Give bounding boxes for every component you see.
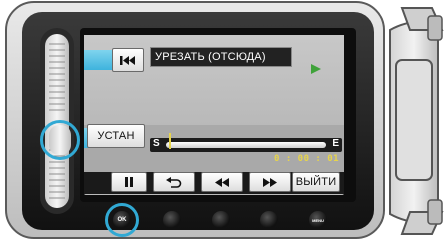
camera-hinge <box>389 7 444 235</box>
ok-button[interactable]: OK <box>113 211 131 229</box>
menu-button-label: MENU <box>312 217 324 223</box>
set-button[interactable]: УСТАН <box>87 124 145 148</box>
hardware-button-4[interactable] <box>260 211 278 229</box>
skip-back-icon <box>120 55 135 65</box>
return-button[interactable] <box>153 172 195 192</box>
menu-button[interactable]: MENU <box>309 211 327 229</box>
title-banner: УРЕЗАТЬ (ОТСЮДА) <box>150 47 292 67</box>
page-title: УРЕЗАТЬ (ОТСЮДА) <box>155 51 266 63</box>
set-button-label: УСТАН <box>97 130 135 142</box>
play-icon <box>311 64 321 74</box>
exit-button-label: ВЫЙТИ <box>295 176 337 188</box>
timeline-bar: S E <box>150 133 342 152</box>
ok-button-label: OK <box>117 217 127 223</box>
timeline-end-label: E <box>332 138 339 149</box>
pause-button[interactable] <box>111 172 147 192</box>
timeline-marker[interactable] <box>169 133 172 149</box>
slider-touch-area[interactable] <box>49 125 71 155</box>
return-icon <box>166 176 182 188</box>
fast-forward-button[interactable] <box>249 172 291 192</box>
timeline-start-label: S <box>153 138 160 149</box>
hardware-button-3[interactable] <box>212 211 230 229</box>
timecode: 0 : 00 : 01 <box>274 154 340 164</box>
pause-icon <box>125 177 133 187</box>
rewind-button[interactable] <box>201 172 243 192</box>
rewind-icon <box>215 177 229 187</box>
skip-back-tab <box>84 50 114 70</box>
exit-button[interactable]: ВЫЙТИ <box>292 172 340 192</box>
fast-forward-icon <box>263 177 277 187</box>
skip-back-button[interactable] <box>112 48 144 72</box>
hardware-button-2[interactable] <box>163 211 181 229</box>
timeline-track <box>166 142 326 148</box>
